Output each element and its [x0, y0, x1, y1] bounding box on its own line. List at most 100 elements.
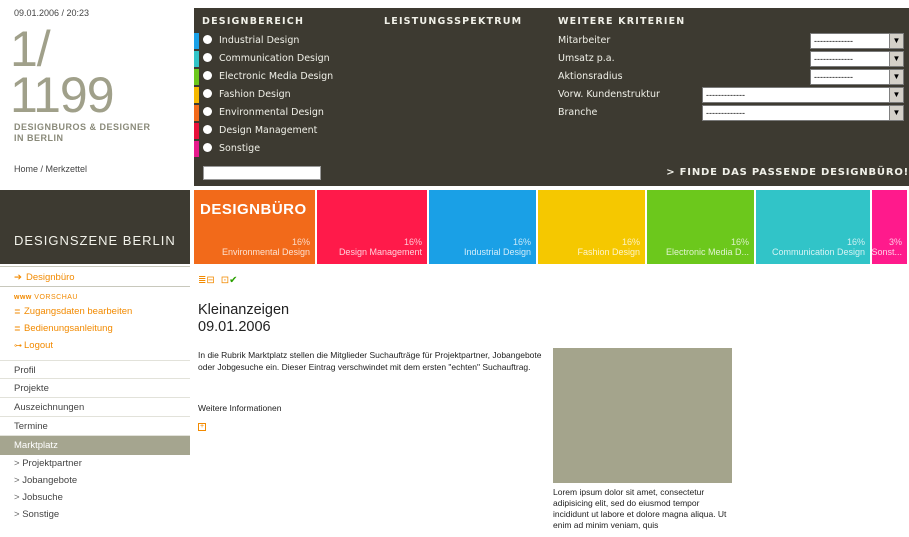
- area-label: Fashion Design: [219, 89, 291, 100]
- expand-plus-icon[interactable]: +: [198, 423, 206, 431]
- sidebar-subitem-sonstige[interactable]: Sonstige: [0, 506, 190, 523]
- arrow-right-icon: ➔: [14, 272, 22, 283]
- page-title-date: 09.01.2006: [198, 319, 271, 335]
- area-label: Industrial Design: [219, 35, 300, 46]
- list-view-icon[interactable]: ≣⊟: [198, 275, 215, 286]
- area-radio-4[interactable]: Environmental Design: [203, 104, 324, 122]
- category-tile-1[interactable]: 16% Design Management: [317, 190, 427, 264]
- tile-percentage: 16%: [403, 237, 422, 247]
- breadcrumb-separator: /: [38, 164, 46, 174]
- area-label: Electronic Media Design: [219, 71, 334, 82]
- find-designbuero-link[interactable]: > FINDE DAS PASSENDE DESIGNBÜRO!: [666, 167, 909, 178]
- mitarbeiter-select-value: -------------: [814, 36, 853, 46]
- radio-icon[interactable]: [203, 107, 212, 116]
- umsatz-select[interactable]: ------------- ▼: [810, 51, 904, 67]
- preview-link[interactable]: www VORSCHAU: [14, 293, 190, 303]
- radio-icon[interactable]: [203, 125, 212, 134]
- area-radio-3[interactable]: Fashion Design: [203, 86, 291, 104]
- chevron-down-icon: ▼: [889, 106, 903, 120]
- chevron-down-icon: ▼: [889, 34, 903, 48]
- subtitle-line-1: DESIGNBUROS & DESIGNER: [14, 122, 151, 132]
- sidebar-item-projekte[interactable]: Projekte: [0, 379, 190, 398]
- sidebar-subitem-projektpartner[interactable]: Projektpartner: [0, 455, 190, 472]
- category-tile-0[interactable]: DESIGNBÜRO 16% Environmental Design: [194, 190, 315, 264]
- sidebar-item-profil[interactable]: Profil: [0, 360, 190, 379]
- area-label: Design Management: [219, 125, 318, 136]
- area-color-strip: [194, 141, 199, 157]
- category-tile-5[interactable]: 16% Communication Design: [756, 190, 870, 264]
- heading-leistungsspektrum: LEISTUNGSSPEKTRUM: [384, 16, 523, 27]
- search-input[interactable]: [203, 166, 321, 180]
- sidebar-item-auszeichnungen[interactable]: Auszeichnungen: [0, 398, 190, 417]
- area-color-strip: [194, 33, 199, 49]
- branche-select[interactable]: ------------- ▼: [702, 105, 904, 121]
- tile-category-label: Industrial Design: [463, 247, 531, 257]
- sidebar-item-designbuero[interactable]: ➔ Designbüro: [0, 266, 190, 287]
- tile-percentage: 16%: [291, 237, 310, 247]
- breadcrumb-home[interactable]: Home: [14, 164, 38, 174]
- mitarbeiter-select[interactable]: ------------- ▼: [810, 33, 904, 49]
- kundenstruktur-select[interactable]: ------------- ▼: [702, 87, 904, 103]
- send-check-icon[interactable]: ⊡✔: [221, 275, 244, 286]
- list-icon: ≣: [14, 324, 21, 333]
- tile-percentage: 3%: [888, 237, 902, 247]
- area-radio-1[interactable]: Communication Design: [203, 50, 330, 68]
- logout-link[interactable]: ⊶ Logout: [14, 337, 190, 354]
- left-column: 09.01.2006 / 20:23 1/ 1199 DESIGNBUROS &…: [0, 0, 190, 537]
- radio-icon[interactable]: [203, 71, 212, 80]
- radio-icon[interactable]: [203, 53, 212, 62]
- heading-designbereich: DESIGNBEREICH: [202, 16, 305, 27]
- logout-label: Logout: [24, 340, 54, 351]
- sidebar-subitem-jobangebote[interactable]: Jobangebote: [0, 472, 190, 489]
- area-radio-6[interactable]: Sonstige: [203, 140, 260, 158]
- tile-percentage: 16%: [621, 237, 640, 247]
- preview-www-mark: www: [14, 294, 32, 301]
- aktionsradius-select[interactable]: ------------- ▼: [810, 69, 904, 85]
- more-info-link[interactable]: Weitere Informationen: [198, 403, 281, 413]
- tile-category-label: Communication Design: [771, 247, 865, 257]
- count-total: 1199: [10, 67, 115, 123]
- criterion-kundenstruktur-label: Vorw. Kundenstruktur: [558, 89, 660, 100]
- area-radio-2[interactable]: Electronic Media Design: [203, 68, 333, 86]
- chevron-down-icon: ▼: [889, 70, 903, 84]
- tile-percentage: 16%: [512, 237, 531, 247]
- tile-category-label: Electronic Media D...: [665, 247, 749, 257]
- intro-text: In die Rubrik Marktplatz stellen die Mit…: [198, 350, 542, 372]
- area-label: Communication Design: [219, 53, 330, 64]
- tile-category-label: Sonst...: [872, 247, 902, 257]
- tile-category-label: Design Management: [338, 247, 422, 257]
- sidebar-item-marktplatz[interactable]: Marktplatz: [0, 436, 190, 455]
- category-tile-4[interactable]: 16% Electronic Media D...: [647, 190, 754, 264]
- area-label: Sonstige: [219, 143, 261, 154]
- manual-link[interactable]: ≣ Bedienungsanleitung: [14, 320, 190, 337]
- area-color-strip: [194, 69, 199, 85]
- datetime-label: 09.01.2006 / 20:23: [14, 8, 90, 18]
- side-navigation: ➔ Designbüro www VORSCHAU ≣ Zugangsdaten b…: [0, 266, 190, 523]
- radio-icon[interactable]: [203, 89, 212, 98]
- radio-icon[interactable]: [203, 35, 212, 44]
- tile-category-label: Environmental Design: [221, 247, 310, 257]
- count-index: 1/: [10, 21, 51, 77]
- sidebar-subitem-jobsuche[interactable]: Jobsuche: [0, 489, 190, 506]
- edit-credentials-link[interactable]: ≣ Zugangsdaten bearbeiten: [14, 303, 190, 320]
- category-tile-2[interactable]: 16% Industrial Design: [429, 190, 536, 264]
- area-color-strip: [194, 123, 199, 139]
- category-tile-3[interactable]: 16% Fashion Design: [538, 190, 645, 264]
- page-title: Kleinanzeigen 09.01.2006: [198, 302, 289, 336]
- category-tile-6[interactable]: 3% Sonst...: [872, 190, 907, 264]
- chevron-down-icon: ▼: [889, 88, 903, 102]
- area-color-strip: [194, 51, 199, 67]
- edit-credentials-label: Zugangsdaten bearbeiten: [24, 306, 133, 317]
- heading-weitere-kriterien: WEITERE KRITERIEN: [558, 16, 686, 27]
- criterion-aktionsradius-label: Aktionsradius: [558, 71, 623, 82]
- list-icon: ≣: [14, 307, 21, 316]
- radio-icon[interactable]: [203, 143, 212, 152]
- breadcrumb-merkzettel[interactable]: Merkzettel: [46, 164, 88, 174]
- area-color-strip: [194, 87, 199, 103]
- area-radio-0[interactable]: Industrial Design: [203, 32, 299, 50]
- criterion-mitarbeiter-label: Mitarbeiter: [558, 35, 611, 46]
- sidebar-item-termine[interactable]: Termine: [0, 417, 190, 436]
- area-radio-5[interactable]: Design Management: [203, 122, 317, 140]
- designer-count: 1/ 1199: [10, 21, 115, 123]
- umsatz-select-value: -------------: [814, 54, 853, 64]
